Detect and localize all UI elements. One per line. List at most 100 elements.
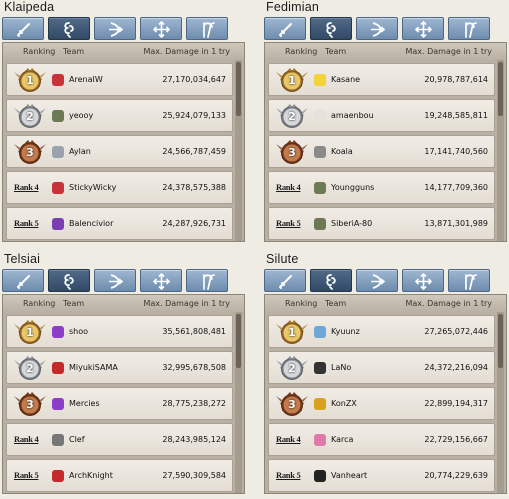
max-damage-value: 24,287,926,731	[162, 219, 226, 228]
tab-sword[interactable]	[264, 269, 306, 292]
ranking-row[interactable]: 3 Mercies 28,775,238,272	[6, 387, 233, 420]
max-damage-value: 28,775,238,272	[162, 399, 226, 408]
ranking-row[interactable]: Rank 4 Karca 22,729,156,667	[268, 423, 495, 456]
team-name: amaenbou	[331, 111, 374, 120]
ranking-panel: Ranking Team Max. Damage in 1 try 1 ArenaIW…	[2, 42, 245, 242]
tab-cross-arrows[interactable]	[140, 269, 182, 292]
max-damage-value: 27,590,309,584	[162, 471, 226, 480]
table-header: Ranking Team Max. Damage in 1 try	[265, 43, 506, 60]
scrollbar-thumb[interactable]	[498, 314, 503, 368]
tab-bow[interactable]	[356, 17, 398, 40]
bow-icon	[371, 22, 386, 37]
ranking-row[interactable]: Rank 4 Youngguns 14,177,709,360	[268, 171, 495, 204]
rank-number: 1	[288, 74, 296, 87]
header-max-damage: Max. Damage in 1 try	[405, 47, 492, 56]
ranking-row[interactable]: Rank 4 Clef 28,243,985,124	[6, 423, 233, 456]
ranking-row[interactable]: 2 yeooy 25,924,079,133	[6, 99, 233, 132]
tab-sword[interactable]	[264, 17, 306, 40]
avatar-icon	[314, 218, 326, 230]
team-name: Clef	[69, 435, 85, 444]
tab-skill[interactable]	[310, 17, 352, 40]
region-title: Telsiai	[4, 252, 41, 266]
ranking-row[interactable]: 2 LaNo 24,372,216,094	[268, 351, 495, 384]
snowflake-icon	[314, 326, 326, 338]
cross-arrows-icon	[153, 21, 170, 38]
scrollbar[interactable]	[235, 60, 242, 241]
tab-sword[interactable]	[2, 269, 44, 292]
chick-icon	[314, 74, 326, 86]
tab-sword[interactable]	[2, 17, 44, 40]
header-team: Team	[325, 299, 347, 308]
scrollbar-thumb[interactable]	[236, 62, 241, 116]
class-tabs	[264, 269, 494, 293]
scrollbar[interactable]	[497, 312, 504, 493]
tab-staff[interactable]	[448, 17, 490, 40]
team-name: ArchKnight	[69, 471, 113, 480]
ranking-row[interactable]: 1 Kyuunz 27,265,072,446	[268, 315, 495, 348]
header-team: Team	[63, 47, 85, 56]
rank-label: Rank 4	[14, 434, 39, 444]
region-title: Silute	[266, 252, 299, 266]
scrollbar-thumb[interactable]	[236, 314, 241, 368]
team-name: Youngguns	[331, 183, 375, 192]
tab-cross-arrows[interactable]	[402, 17, 444, 40]
tab-bow[interactable]	[94, 17, 136, 40]
ranking-row[interactable]: 2 amaenbou 19,248,585,811	[268, 99, 495, 132]
team-name: StickyWicky	[69, 183, 117, 192]
tab-skill[interactable]	[48, 17, 90, 40]
rank-label: Rank 5	[276, 470, 301, 480]
ranking-panel: Ranking Team Max. Damage in 1 try 1 Kyuunz 2…	[264, 294, 507, 494]
sword-icon	[279, 275, 292, 289]
rank-number: 3	[288, 146, 296, 159]
staff-icon	[465, 22, 477, 38]
header-ranking: Ranking	[23, 299, 56, 308]
rank-3-medal-icon: 3	[274, 390, 310, 418]
tab-skill[interactable]	[48, 269, 90, 292]
table-header: Ranking Team Max. Damage in 1 try	[265, 295, 506, 312]
rank-3-medal-icon: 3	[12, 138, 48, 166]
rank-number: 3	[26, 146, 34, 159]
scrollbar-thumb[interactable]	[498, 62, 503, 116]
tab-staff[interactable]	[186, 269, 228, 292]
rank-number: 2	[288, 362, 296, 375]
ranking-row[interactable]: 3 KonZX 22,899,194,317	[268, 387, 495, 420]
rank-label: Rank 5	[14, 218, 39, 228]
team-name: shoo	[69, 327, 89, 336]
avatar-icon	[52, 110, 64, 122]
tab-staff[interactable]	[186, 17, 228, 40]
tab-staff[interactable]	[448, 269, 490, 292]
skill-icon	[64, 274, 74, 290]
team-name: Vanheart	[331, 471, 368, 480]
rank-2-medal-icon: 2	[274, 354, 310, 382]
ranking-row[interactable]: 3 Koala 17,141,740,560	[268, 135, 495, 168]
tab-bow[interactable]	[94, 269, 136, 292]
ranking-row[interactable]: 2 MiyukiSAMA 32,995,678,508	[6, 351, 233, 384]
tab-cross-arrows[interactable]	[140, 17, 182, 40]
ranking-row[interactable]: Rank 5 Vanheart 20,774,229,639	[268, 459, 495, 492]
ranking-row[interactable]: 3 Aylan 24,566,787,459	[6, 135, 233, 168]
sword-icon	[279, 23, 292, 37]
ranking-row[interactable]: Rank 5 ArchKnight 27,590,309,584	[6, 459, 233, 492]
black-hat-icon	[314, 470, 326, 482]
rank-3-medal-icon: 3	[12, 390, 48, 418]
max-damage-value: 32,995,678,508	[162, 363, 226, 372]
tab-bow[interactable]	[356, 269, 398, 292]
scrollbar[interactable]	[497, 60, 504, 241]
ranking-row[interactable]: Rank 4 StickyWicky 24,378,575,388	[6, 171, 233, 204]
region-title: Fedimian	[266, 0, 320, 14]
ranking-row[interactable]: 1 shoo 35,561,808,481	[6, 315, 233, 348]
ranking-row[interactable]: Rank 5 Balencivior 24,287,926,731	[6, 207, 233, 240]
scrollbar[interactable]	[235, 312, 242, 493]
gold-coin-icon	[314, 398, 326, 410]
bird-icon	[314, 362, 326, 374]
max-damage-value: 19,248,585,811	[424, 111, 488, 120]
ranking-row[interactable]: 1 ArenaIW 27,170,034,647	[6, 63, 233, 96]
ranking-row[interactable]: 1 Kasane 20,978,787,614	[268, 63, 495, 96]
tab-cross-arrows[interactable]	[402, 269, 444, 292]
team-name: KonZX	[331, 399, 357, 408]
ranking-panel: Ranking Team Max. Damage in 1 try 1 shoo 35,…	[2, 294, 245, 494]
header-team: Team	[63, 299, 85, 308]
ranking-row[interactable]: Rank 5 SiberiA-80 13,871,301,989	[268, 207, 495, 240]
tab-skill[interactable]	[310, 269, 352, 292]
red-hat-icon	[52, 182, 64, 194]
